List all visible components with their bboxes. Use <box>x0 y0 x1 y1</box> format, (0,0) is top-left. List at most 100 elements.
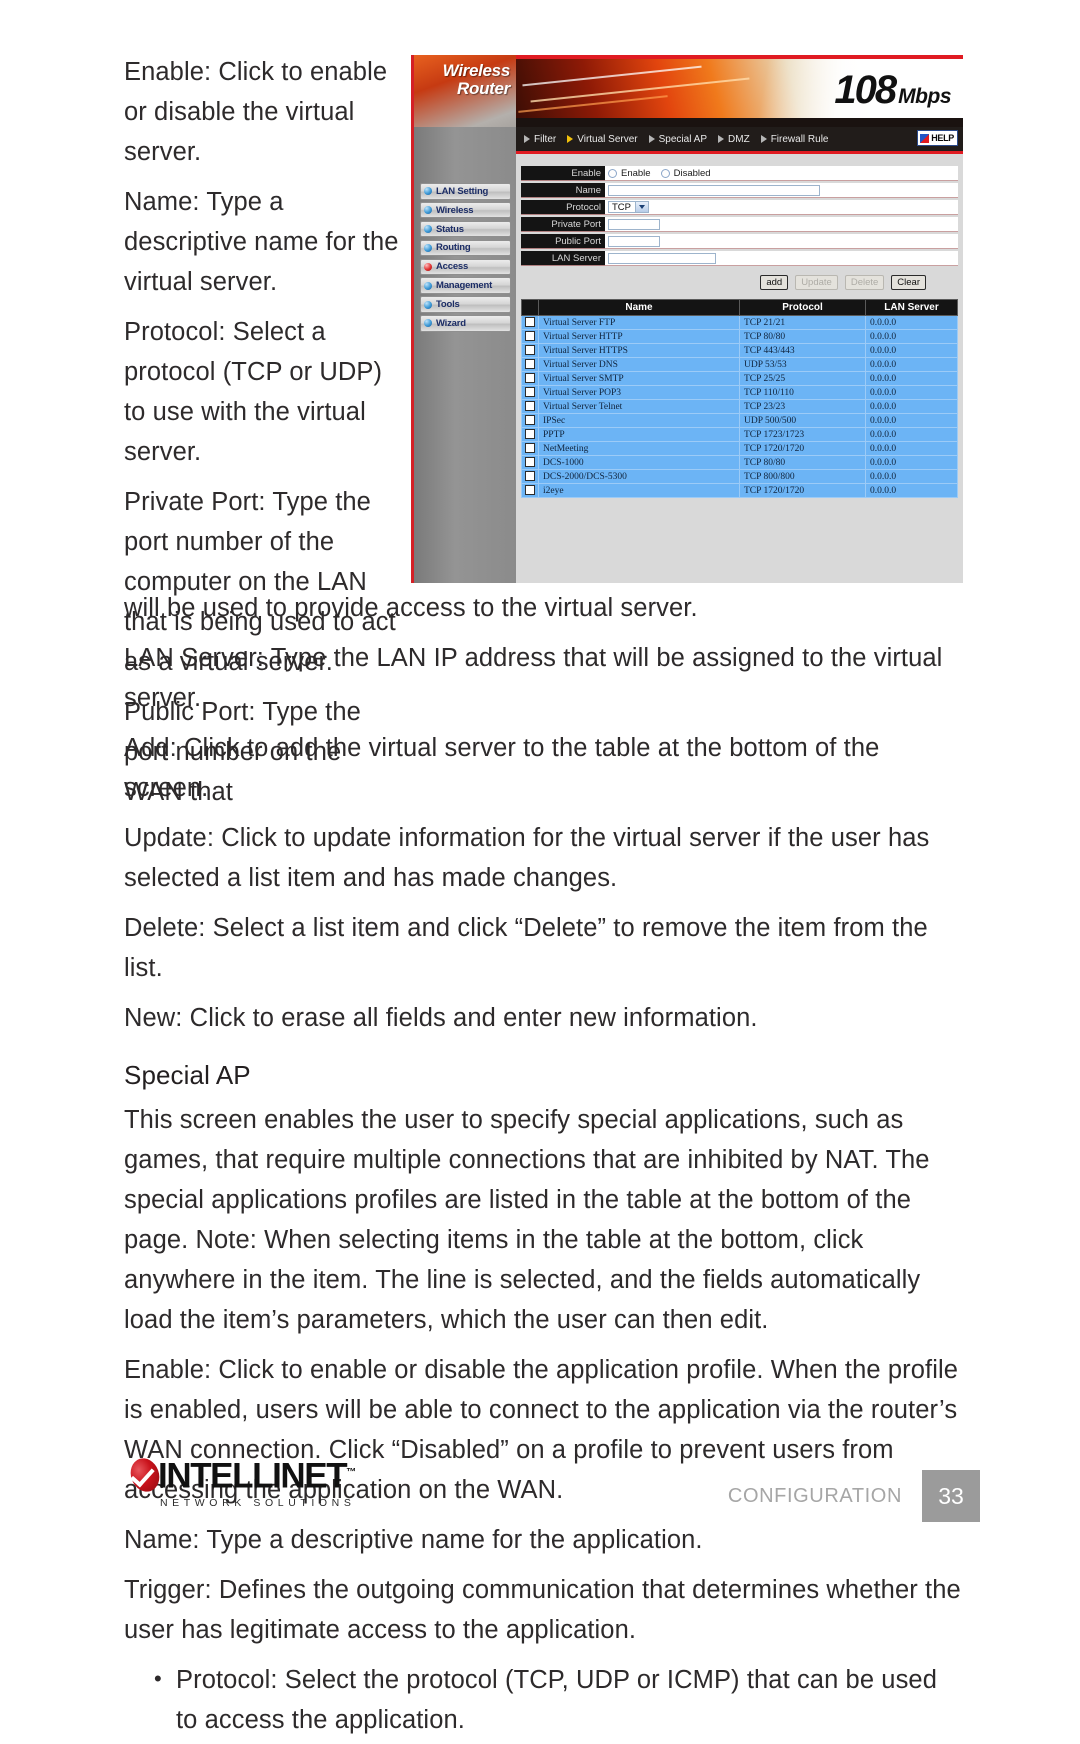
radio-icon <box>608 168 617 178</box>
table-row[interactable]: Virtual Server SMTP TCP 25/25 0.0.0.0 <box>521 371 958 386</box>
paragraph-enable: Enable: Click to enable or disable the v… <box>124 58 388 166</box>
row-checkbox-cell[interactable] <box>521 329 539 344</box>
table-row[interactable]: Virtual Server HTTPS TCP 443/443 0.0.0.0 <box>521 343 958 358</box>
checkbox-icon[interactable] <box>525 415 535 426</box>
protocol-select[interactable]: TCP <box>608 201 649 213</box>
sidebar-item-status[interactable]: Status <box>420 220 511 238</box>
cell-lan-server: 0.0.0.0 <box>865 343 958 358</box>
table-row[interactable]: DCS-2000/DCS-5300 TCP 800/800 0.0.0.0 <box>521 469 958 484</box>
row-checkbox-cell[interactable] <box>521 427 539 442</box>
row-checkbox-cell[interactable] <box>521 357 539 372</box>
router-banner: 108 Mbps <box>516 55 963 127</box>
bullet-icon <box>424 281 432 290</box>
sidebar-item-label: Wizard <box>436 317 466 329</box>
special-ap-bullet-list: Protocol: Select the protocol (TCP, UDP … <box>124 1659 964 1740</box>
sidebar-item-management[interactable]: Management <box>420 277 511 294</box>
row-checkbox-cell[interactable] <box>521 343 539 358</box>
triangle-icon <box>760 135 767 143</box>
sidebar-item-access[interactable]: Access <box>420 258 511 276</box>
row-checkbox-cell[interactable] <box>521 413 539 428</box>
checkbox-icon[interactable] <box>525 457 535 468</box>
table-row[interactable]: DCS-1000 TCP 80/80 0.0.0.0 <box>521 455 958 470</box>
table-row[interactable]: i2eye TCP 1720/1720 0.0.0.0 <box>521 483 958 498</box>
cell-protocol: TCP 80/80 <box>739 455 866 470</box>
row-checkbox-cell[interactable] <box>521 315 539 330</box>
sidebar-item-wizard[interactable]: Wizard <box>420 315 511 332</box>
tab-special-ap[interactable]: Special AP <box>648 134 707 145</box>
row-checkbox-cell[interactable] <box>521 455 539 470</box>
radio-icon <box>660 168 670 178</box>
cell-protocol: TCP 1720/1720 <box>739 441 866 456</box>
field-enable: Enable Disabled <box>605 166 958 181</box>
cell-protocol: TCP 23/23 <box>739 399 866 414</box>
checkbox-icon[interactable] <box>525 331 535 342</box>
radio-enable-label: Enable <box>621 167 651 179</box>
name-input[interactable] <box>608 184 820 196</box>
table-row[interactable]: IPSec UDP 500/500 0.0.0.0 <box>521 413 958 428</box>
form-row-lan-server: LAN Server <box>521 251 958 266</box>
tab-virtual-server[interactable]: Virtual Server <box>567 134 638 145</box>
table-row[interactable]: Virtual Server POP3 TCP 110/110 0.0.0.0 <box>521 385 958 400</box>
label-enable: Enable <box>521 166 605 181</box>
table-row[interactable]: Virtual Server Telnet TCP 23/23 0.0.0.0 <box>521 399 958 414</box>
label-lan-server: LAN Server <box>521 251 605 266</box>
public-port-input[interactable] <box>608 235 660 247</box>
paragraph-lan-server: LAN Server: Type the LAN IP address that… <box>124 644 943 712</box>
tab-firewall-rule[interactable]: Firewall Rule <box>760 134 828 145</box>
cell-lan-server: 0.0.0.0 <box>865 357 958 372</box>
row-checkbox-cell[interactable] <box>521 399 539 414</box>
paragraph-delete: Delete: Select a list item and click “De… <box>124 914 928 982</box>
row-checkbox-cell[interactable] <box>521 469 539 484</box>
router-main-panel: 108 Mbps Filter Virtual Server Special A… <box>516 55 963 583</box>
checkbox-icon[interactable] <box>525 373 535 384</box>
table-row[interactable]: NetMeeting TCP 1720/1720 0.0.0.0 <box>521 441 958 456</box>
cell-protocol: TCP 110/110 <box>739 385 866 400</box>
sidebar-item-tools[interactable]: Tools <box>420 296 511 313</box>
delete-button[interactable]: Delete <box>844 275 885 290</box>
checkbox-icon[interactable] <box>525 345 535 356</box>
bullet-active-icon <box>424 262 432 271</box>
checkbox-icon[interactable] <box>525 387 535 398</box>
paragraph-name: Name: Type a descriptive name for the vi… <box>124 188 399 296</box>
tab-filter[interactable]: Filter <box>524 134 556 145</box>
tab-dmz[interactable]: DMZ <box>718 134 750 145</box>
cell-name: Virtual Server HTTP <box>538 329 740 344</box>
paragraph-protocol: Protocol: Select a protocol (TCP or UDP)… <box>124 318 383 466</box>
row-checkbox-cell[interactable] <box>521 371 539 386</box>
private-port-input[interactable] <box>608 218 660 230</box>
checkbox-icon[interactable] <box>525 443 535 454</box>
column-header-protocol: Protocol <box>739 299 866 316</box>
brand-text: INTELLINET <box>158 1456 348 1496</box>
row-checkbox-cell[interactable] <box>521 385 539 400</box>
help-button[interactable]: HELP <box>917 130 958 146</box>
update-button[interactable]: Update <box>795 275 838 290</box>
checkbox-icon[interactable] <box>525 317 535 328</box>
cell-protocol: UDP 53/53 <box>739 357 866 372</box>
sidebar-item-routing[interactable]: Routing <box>420 239 511 257</box>
radio-enable[interactable]: Enable <box>608 168 651 179</box>
router-navbar: Filter Virtual Server Special AP DMZ Fir… <box>516 127 963 154</box>
section-heading-special-ap: Special AP <box>124 1060 251 1090</box>
sidebar-item-lan-setting[interactable]: LAN Setting <box>420 183 511 200</box>
checkbox-icon[interactable] <box>525 485 535 496</box>
row-checkbox-cell[interactable] <box>521 483 539 498</box>
row-checkbox-cell[interactable] <box>521 441 539 456</box>
clear-button[interactable]: Clear <box>891 275 926 290</box>
table-row[interactable]: Virtual Server FTP TCP 21/21 0.0.0.0 <box>521 315 958 330</box>
sidebar-item-wireless[interactable]: Wireless <box>420 201 511 219</box>
brand-tagline: NETWORK SOLUTIONS <box>160 1496 356 1509</box>
table-row[interactable]: PPTP TCP 1723/1723 0.0.0.0 <box>521 427 958 442</box>
lan-server-input[interactable] <box>608 252 716 264</box>
manual-page: Enable: Click to enable or disable the v… <box>0 0 1080 1734</box>
table-row[interactable]: Virtual Server HTTP TCP 80/80 0.0.0.0 <box>521 329 958 344</box>
checkbox-icon[interactable] <box>525 429 535 440</box>
checkbox-icon[interactable] <box>525 401 535 412</box>
radio-disabled[interactable]: Disabled <box>660 168 711 179</box>
cell-name: i2eye <box>538 483 740 498</box>
cell-name: IPSec <box>538 413 740 428</box>
checkbox-icon[interactable] <box>525 359 535 370</box>
sidebar-item-label: Wireless <box>436 204 474 216</box>
add-button[interactable]: add <box>760 275 789 290</box>
table-row[interactable]: Virtual Server DNS UDP 53/53 0.0.0.0 <box>521 357 958 372</box>
checkbox-icon[interactable] <box>525 471 535 482</box>
